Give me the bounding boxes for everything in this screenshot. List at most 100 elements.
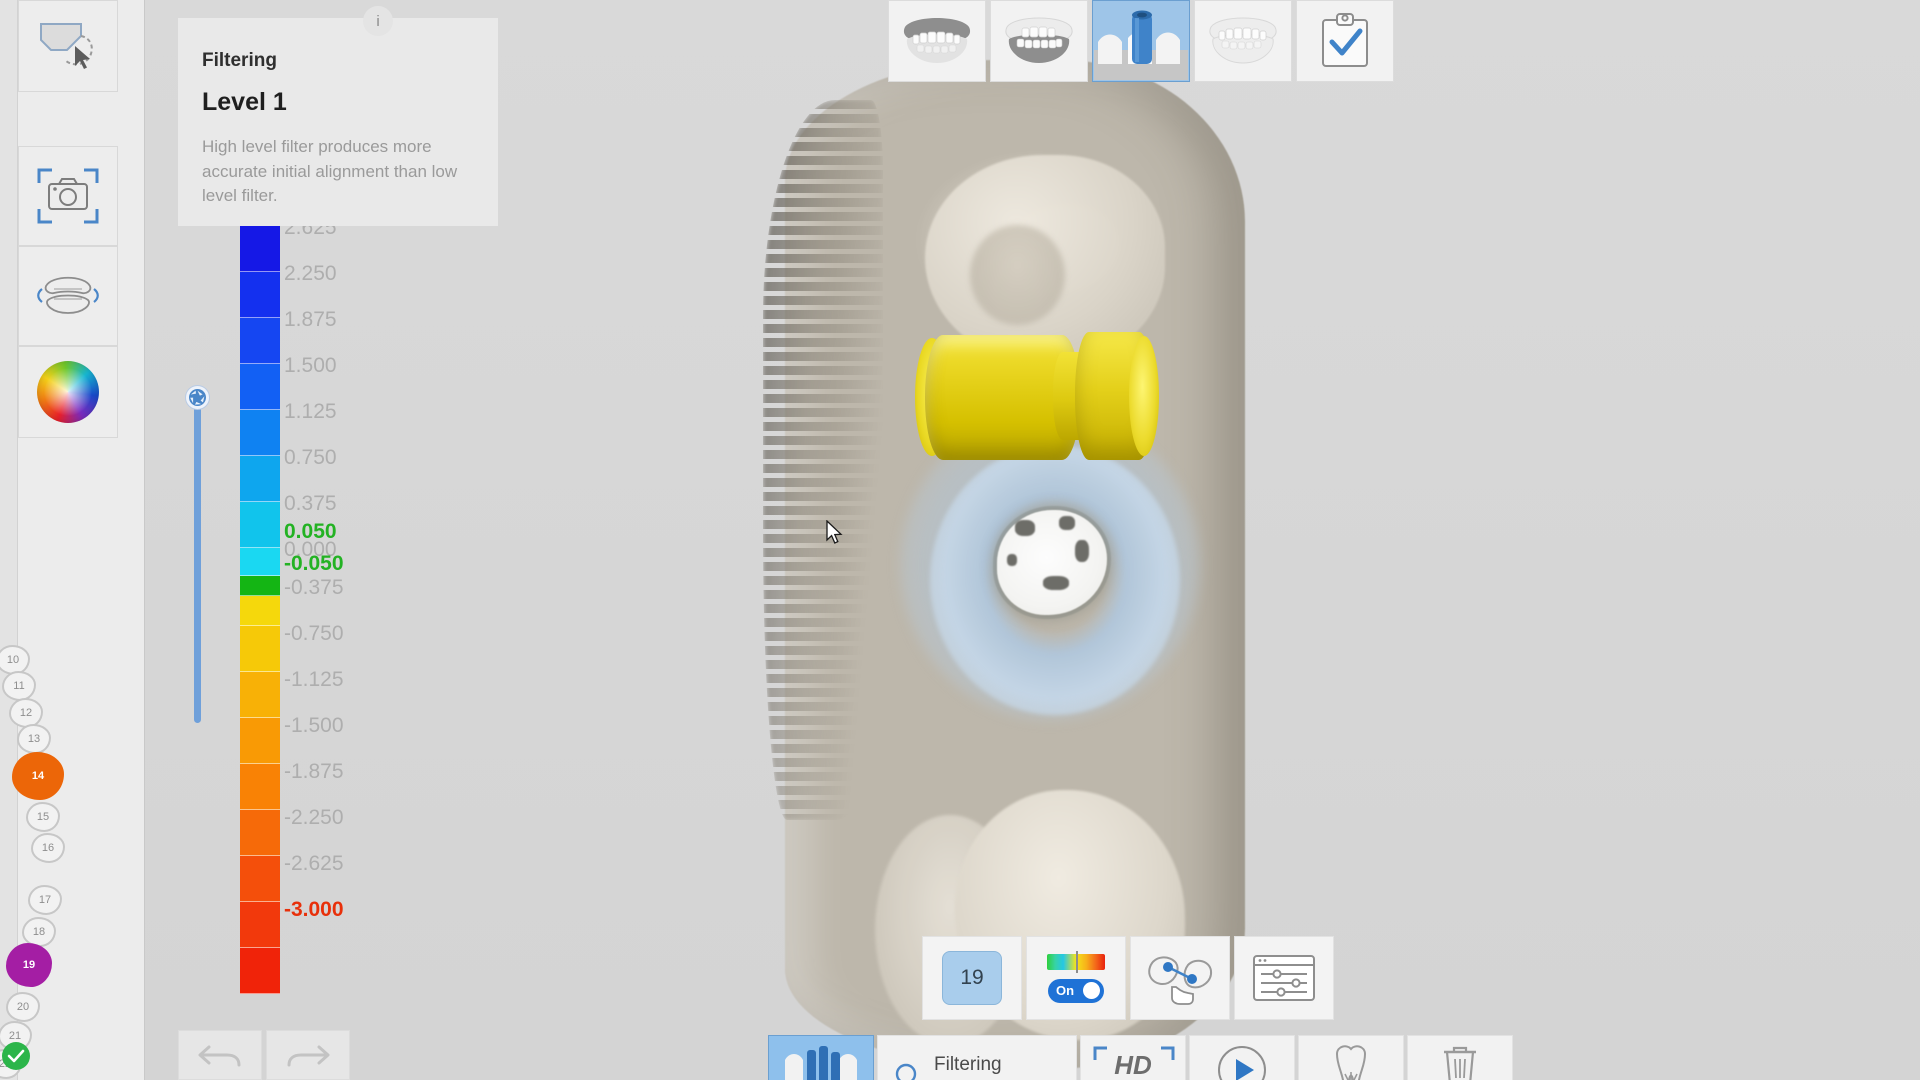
legend-segment-12	[240, 672, 280, 718]
legend-tick-0375: 0.375	[284, 492, 337, 515]
legend-tick-2250: 2.250	[284, 262, 337, 285]
tooltip-description: High level filter produces more accurate…	[202, 137, 458, 206]
tooth-13[interactable]: 13	[17, 724, 51, 754]
viewport-floating-toolbar: 19 On	[922, 936, 1334, 1020]
legend-segment-2	[240, 272, 280, 318]
bottom-dock: Filtering HD	[768, 1035, 1516, 1080]
legend-tick-1125: 1.125	[284, 400, 337, 423]
legend-segment-14	[240, 764, 280, 810]
tooltip-title: Filtering	[202, 50, 277, 71]
scan-body-button[interactable]	[1092, 0, 1190, 82]
legend-color-bar	[240, 180, 280, 994]
upper-jaw-button[interactable]	[888, 0, 986, 82]
deviation-color-legend: 3.000 2.625 2.250 1.875 1.500 1.125 0.75…	[240, 170, 440, 994]
legend-segment-6	[240, 456, 280, 502]
color-wheel-icon	[37, 361, 99, 423]
deviation-range-slider[interactable]	[185, 385, 210, 725]
tooth-number-chip: 19	[942, 951, 1002, 1005]
molar-fissure	[970, 225, 1065, 325]
toggle-label: On	[1056, 983, 1075, 998]
point-alignment-button[interactable]	[1130, 936, 1230, 1020]
color-map-tool-button[interactable]	[18, 346, 118, 438]
history-toolbar	[178, 1030, 351, 1080]
legend-segment-18	[240, 948, 280, 994]
legend-segment-4	[240, 364, 280, 410]
mini-color-scale-icon	[1047, 950, 1105, 973]
legend-segment-3	[240, 318, 280, 364]
legend-segment-5	[240, 410, 280, 456]
legend-tick-n0750: -0.750	[284, 622, 344, 645]
undo-button[interactable]	[178, 1030, 262, 1080]
scanned-arch-model[interactable]	[725, 60, 1285, 1070]
lower-jaw-button[interactable]	[990, 0, 1088, 82]
legend-tick-0750: 0.750	[284, 446, 337, 469]
hd-button[interactable]: HD	[1080, 1035, 1186, 1080]
scan-body-teeth-icon	[785, 1046, 857, 1080]
magnifier-icon	[895, 1063, 917, 1080]
tooth-button[interactable]	[1298, 1035, 1404, 1080]
checklist-button[interactable]	[1296, 0, 1394, 82]
tooltip-level: Level 1	[202, 88, 287, 116]
legend-tick-labels: 3.000 2.625 2.250 1.875 1.500 1.125 0.75…	[284, 170, 434, 940]
legend-tick-1875: 1.875	[284, 308, 337, 331]
legend-segment-13	[240, 718, 280, 764]
clipboard-check-icon	[1322, 13, 1368, 67]
occlusion-tool-button[interactable]	[18, 246, 118, 346]
scan-body-marker[interactable]	[915, 330, 1159, 465]
scan-body-head-cap	[1129, 336, 1159, 456]
top-toolbar	[888, 0, 1394, 82]
legend-segment-11	[240, 626, 280, 672]
legend-segment-9	[240, 576, 280, 596]
legend-tick-n1500: -1.500	[284, 714, 344, 737]
view-settings-button[interactable]	[1234, 936, 1334, 1020]
filtering-label: Filtering	[934, 1054, 1002, 1075]
tooth-14[interactable]: 14	[12, 752, 64, 800]
application-root: 10 11 12 13 14 15 16 17 18 19 20 21 22	[0, 0, 1920, 1080]
play-button[interactable]	[1189, 1035, 1295, 1080]
scan-body-mode-button[interactable]	[768, 1035, 874, 1080]
selection-tool-button[interactable]	[18, 0, 118, 92]
tooth-19[interactable]: 19	[6, 943, 52, 987]
tooth-chart[interactable]: 10 11 12 13 14 15 16 17 18 19 20 21 22	[0, 645, 145, 1079]
status-check-icon	[2, 1042, 30, 1070]
bite-icon	[1209, 17, 1277, 64]
legend-segment-7	[240, 502, 280, 548]
legend-tick-n0375: -0.375	[284, 576, 344, 599]
filtering-button[interactable]: Filtering	[877, 1035, 1077, 1080]
legend-segment-8	[240, 548, 280, 576]
legend-segment-15	[240, 810, 280, 856]
lower-jaw-icon	[1005, 17, 1073, 63]
tooth-16[interactable]: 16	[31, 833, 65, 863]
legend-segment-16	[240, 856, 280, 902]
redo-button[interactable]	[266, 1030, 351, 1080]
legend-tick-n2625: -2.625	[284, 852, 344, 875]
play-icon	[1218, 1046, 1266, 1080]
left-sidebar: 10 11 12 13 14 15 16 17 18 19 20 21 22	[0, 0, 145, 1080]
scan-edge-noise	[763, 100, 883, 820]
color-scale-toggle[interactable]: On	[1048, 978, 1104, 1003]
hd-frame-icon	[1093, 1046, 1175, 1060]
tooth-20[interactable]: 20	[6, 992, 40, 1022]
tooth-17[interactable]: 17	[28, 885, 62, 915]
legend-tick-1500: 1.500	[284, 354, 337, 377]
color-deviation-toggle-button[interactable]: On	[1026, 936, 1126, 1020]
legend-segment-10	[240, 596, 280, 626]
aperture-icon[interactable]	[185, 385, 210, 410]
legend-tick-n1125: -1.125	[284, 668, 344, 691]
scan-body-icon	[1094, 2, 1188, 80]
toggle-knob	[1083, 982, 1100, 999]
delete-button[interactable]	[1407, 1035, 1513, 1080]
tooth-icon	[1335, 1045, 1367, 1080]
upper-jaw-icon	[903, 18, 971, 63]
bite-button[interactable]	[1194, 0, 1292, 82]
screenshot-tool-button[interactable]	[18, 146, 118, 246]
filtering-tooltip: i Filtering Level 1 High level filter pr…	[178, 6, 498, 226]
legend-tick-n3000: -3.000	[284, 898, 344, 921]
tooth-11[interactable]: 11	[2, 671, 36, 701]
tooth-15[interactable]: 15	[26, 802, 60, 832]
mouse-cursor	[826, 520, 844, 546]
legend-segment-17	[240, 902, 280, 948]
slider-track[interactable]	[194, 397, 201, 723]
legend-tolerance-lower: -0.050	[284, 552, 344, 575]
tooth-number-button[interactable]: 19	[922, 936, 1022, 1020]
